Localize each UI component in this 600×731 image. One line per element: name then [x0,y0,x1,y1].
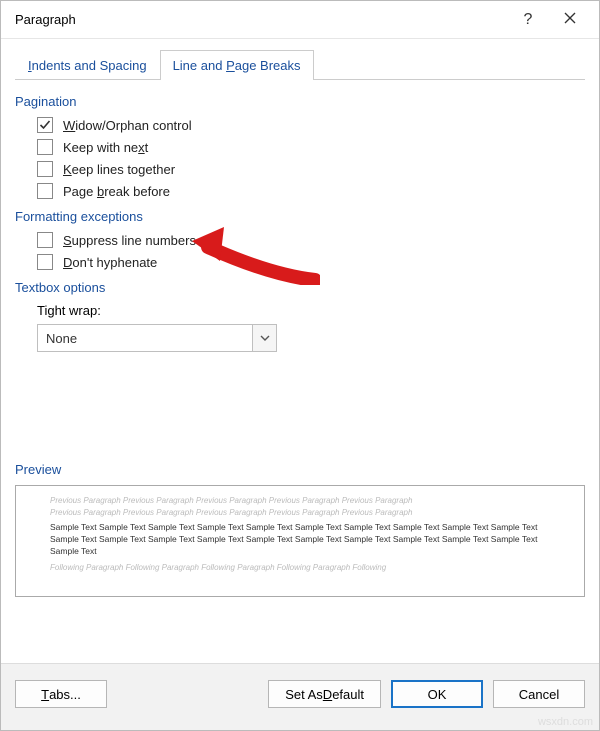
tab-strip: IIndents and Spacingndents and Spacing L… [15,49,585,80]
checkbox-keep-with-next[interactable] [37,139,53,155]
label-dont-hyphenate: Don't hyphenate [63,255,157,270]
tight-wrap-dropdown-button[interactable] [252,325,276,351]
label-keep-with-next: Keep with next [63,140,148,155]
tab-line-page-breaks[interactable]: Line and Page Breaks [160,50,314,80]
checkbox-keep-lines-together[interactable] [37,161,53,177]
checkbox-page-break-before[interactable] [37,183,53,199]
dialog-title: Paragraph [9,12,507,27]
tight-wrap-value: None [38,331,252,346]
section-preview: Preview [15,462,585,477]
checkbox-suppress-line-numbers[interactable] [37,232,53,248]
label-page-break-before: Page break before [63,184,170,199]
section-pagination: Pagination [15,94,585,109]
checkbox-widow-orphan[interactable] [37,117,53,133]
section-formatting: Formatting exceptions [15,209,585,224]
set-as-default-button[interactable]: Set As Default [268,680,381,708]
preview-box: Previous Paragraph Previous Paragraph Pr… [15,485,585,597]
titlebar: Paragraph ? [1,1,599,39]
preview-prev-2: Previous Paragraph Previous Paragraph Pr… [50,507,550,518]
tabs-button[interactable]: Tabs... [15,680,107,708]
chevron-down-icon [260,333,270,343]
option-keep-with-next[interactable]: Keep with next [37,139,585,155]
tab-indents-spacing[interactable]: IIndents and Spacingndents and Spacing [15,50,160,80]
label-suppress-line-numbers: Suppress line numbers [63,233,196,248]
checkbox-dont-hyphenate[interactable] [37,254,53,270]
label-keep-lines-together: Keep lines together [63,162,175,177]
close-button[interactable] [549,11,591,29]
dialog-body: IIndents and Spacingndents and Spacing L… [1,39,599,663]
section-textbox: Textbox options [15,280,585,295]
cancel-button[interactable]: Cancel [493,680,585,708]
preview-prev-1: Previous Paragraph Previous Paragraph Pr… [50,495,550,506]
preview-sample: Sample Text Sample Text Sample Text Samp… [50,522,550,558]
option-keep-lines-together[interactable]: Keep lines together [37,161,585,177]
paragraph-dialog: Paragraph ? IIndents and Spacingndents a… [0,0,600,731]
option-suppress-line-numbers[interactable]: Suppress line numbers [37,232,585,248]
tight-wrap-label: Tight wrap: [37,303,585,318]
dialog-footer: Tabs... Set As Default OK Cancel [1,663,599,730]
tight-wrap-combo[interactable]: None [37,324,277,352]
label-widow-orphan: Widow/Orphan control [63,118,192,133]
help-button[interactable]: ? [507,11,549,29]
ok-button[interactable]: OK [391,680,483,708]
option-page-break-before[interactable]: Page break before [37,183,585,199]
preview-follow-1: Following Paragraph Following Paragraph … [50,562,550,573]
option-dont-hyphenate[interactable]: Don't hyphenate [37,254,585,270]
option-widow-orphan[interactable]: Widow/Orphan control [37,117,585,133]
close-icon [564,12,576,24]
